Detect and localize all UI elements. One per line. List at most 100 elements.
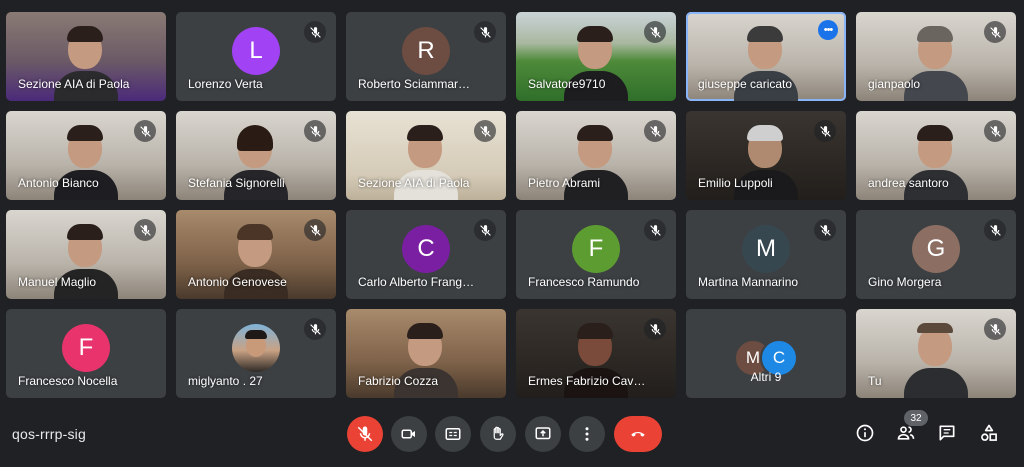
mic-off-icon bbox=[304, 120, 326, 142]
raise-hand-icon bbox=[493, 426, 504, 440]
mic-off-icon bbox=[984, 21, 1006, 43]
participant-tile[interactable]: ••• giuseppe caricato bbox=[686, 12, 846, 101]
participant-name: gianpaolo bbox=[868, 77, 921, 91]
participant-tile[interactable]: Manuel Maglio bbox=[6, 210, 166, 299]
participant-tile[interactable]: miglyanto . 27 bbox=[176, 309, 336, 398]
participant-tile[interactable]: G Gino Morgera bbox=[856, 210, 1016, 299]
participant-avatar: F bbox=[62, 324, 110, 373]
participant-name: Francesco Ramundo bbox=[528, 275, 640, 289]
present-screen-icon bbox=[535, 427, 551, 440]
present-screen-button[interactable] bbox=[525, 416, 561, 452]
participant-avatar: R bbox=[402, 27, 450, 76]
chat-button[interactable] bbox=[935, 421, 959, 445]
raise-hand-button[interactable] bbox=[480, 416, 516, 452]
participant-tile[interactable]: C Carlo Alberto Frangella bbox=[346, 210, 506, 299]
more-options-icon[interactable]: ••• bbox=[818, 20, 838, 40]
participant-photo-avatar bbox=[232, 324, 280, 373]
participant-avatar: M bbox=[742, 225, 790, 274]
mic-off-icon bbox=[984, 120, 1006, 142]
mic-off-icon bbox=[134, 219, 156, 241]
participant-name: Emilio Luppoli bbox=[698, 176, 773, 190]
mic-off-icon bbox=[304, 318, 326, 340]
participant-name: Tu bbox=[868, 374, 882, 388]
mic-off-icon bbox=[984, 219, 1006, 241]
participant-name: Sezione AIA di Paola bbox=[358, 176, 470, 190]
participant-tile[interactable]: Stefania Signorelli bbox=[176, 111, 336, 200]
mic-off-icon bbox=[474, 120, 496, 142]
participant-tile[interactable]: L Lorenzo Verta bbox=[176, 12, 336, 101]
mic-off-icon bbox=[474, 21, 496, 43]
participant-name: Salvatore9710 bbox=[528, 77, 606, 91]
participant-name: Lorenzo Verta bbox=[188, 77, 263, 91]
participant-avatar: G bbox=[912, 225, 960, 274]
captions-icon bbox=[445, 428, 461, 440]
bottom-toolbar: qos-rrrp-sig 32 bbox=[0, 406, 1024, 467]
mic-off-icon bbox=[644, 318, 666, 340]
participant-tile[interactable]: Antonio Bianco bbox=[6, 111, 166, 200]
participant-name: Roberto Sciammarella bbox=[358, 77, 476, 91]
participant-name: Pietro Abrami bbox=[528, 176, 601, 190]
participant-tile[interactable]: Fabrizio Cozza bbox=[346, 309, 506, 398]
mic-off-icon bbox=[814, 120, 836, 142]
camera-toggle-button[interactable] bbox=[391, 416, 427, 452]
activities-icon bbox=[981, 424, 997, 441]
participants-grid: Sezione AIA di Paola L Lorenzo Verta R R… bbox=[6, 12, 1018, 400]
participant-name: Stefania Signorelli bbox=[188, 176, 285, 190]
participant-tile[interactable]: andrea santoro bbox=[856, 111, 1016, 200]
participant-name: Fabrizio Cozza bbox=[358, 374, 439, 388]
participant-tile[interactable]: Sezione AIA di Paola bbox=[346, 111, 506, 200]
people-button[interactable] bbox=[894, 421, 918, 445]
participant-name: Antonio Bianco bbox=[18, 176, 99, 190]
mic-off-icon bbox=[644, 21, 666, 43]
participant-tile[interactable]: Ermes Fabrizio Cavali... bbox=[516, 309, 676, 398]
participant-tile[interactable]: M Martina Mannarino bbox=[686, 210, 846, 299]
more-options-button[interactable] bbox=[569, 416, 605, 452]
mic-off-icon bbox=[644, 120, 666, 142]
participant-name: Sezione AIA di Paola bbox=[18, 77, 130, 91]
others-label: Altri 9 bbox=[750, 370, 782, 384]
chat-icon bbox=[939, 425, 955, 441]
meeting-code: qos-rrrp-sig bbox=[12, 426, 86, 442]
mic-off-icon bbox=[984, 318, 1006, 340]
mic-off-icon bbox=[644, 219, 666, 241]
participant-avatar: C bbox=[402, 225, 450, 274]
participant-tile[interactable]: gianpaolo bbox=[856, 12, 1016, 101]
mic-off-icon bbox=[474, 219, 496, 241]
self-tile[interactable]: Tu bbox=[856, 309, 1016, 398]
participant-tile[interactable]: Antonio Genovese bbox=[176, 210, 336, 299]
participant-name: Gino Morgera bbox=[868, 275, 942, 289]
info-button[interactable] bbox=[853, 421, 877, 445]
people-icon bbox=[897, 426, 915, 440]
others-avatars: M C bbox=[734, 339, 798, 377]
mic-off-icon bbox=[134, 120, 156, 142]
camera-icon bbox=[401, 429, 415, 439]
end-call-icon bbox=[631, 431, 645, 437]
participant-tile[interactable]: F Francesco Nocella bbox=[6, 309, 166, 398]
captions-button[interactable] bbox=[435, 416, 471, 452]
participant-name: Manuel Maglio bbox=[18, 275, 97, 289]
participant-tile[interactable]: Emilio Luppoli bbox=[686, 111, 846, 200]
end-call-button[interactable] bbox=[614, 416, 662, 452]
participant-tile[interactable]: Sezione AIA di Paola bbox=[6, 12, 166, 101]
activities-button[interactable] bbox=[977, 421, 1001, 445]
participant-tile[interactable]: F Francesco Ramundo bbox=[516, 210, 676, 299]
participant-name: Carlo Alberto Frangella bbox=[358, 275, 476, 289]
participant-name: miglyanto . 27 bbox=[188, 374, 263, 388]
more-vert-icon bbox=[585, 427, 589, 441]
participant-tile[interactable]: Salvatore9710 bbox=[516, 12, 676, 101]
mic-off-icon bbox=[304, 21, 326, 43]
others-tile[interactable]: M C Altri 9 bbox=[686, 309, 846, 398]
mic-toggle-button[interactable] bbox=[347, 416, 383, 452]
participant-name: Ermes Fabrizio Cavali... bbox=[528, 374, 646, 388]
participant-name: giuseppe caricato bbox=[698, 77, 793, 91]
mic-off-icon bbox=[357, 426, 373, 442]
participant-name: Martina Mannarino bbox=[698, 275, 799, 289]
participant-tile[interactable]: Pietro Abrami bbox=[516, 111, 676, 200]
participant-avatar: L bbox=[232, 27, 280, 76]
mic-off-icon bbox=[814, 219, 836, 241]
participant-name: Antonio Genovese bbox=[188, 275, 287, 289]
participant-name: Francesco Nocella bbox=[18, 374, 118, 388]
mic-off-icon bbox=[304, 219, 326, 241]
info-icon bbox=[856, 424, 874, 442]
participant-tile[interactable]: R Roberto Sciammarella bbox=[346, 12, 506, 101]
